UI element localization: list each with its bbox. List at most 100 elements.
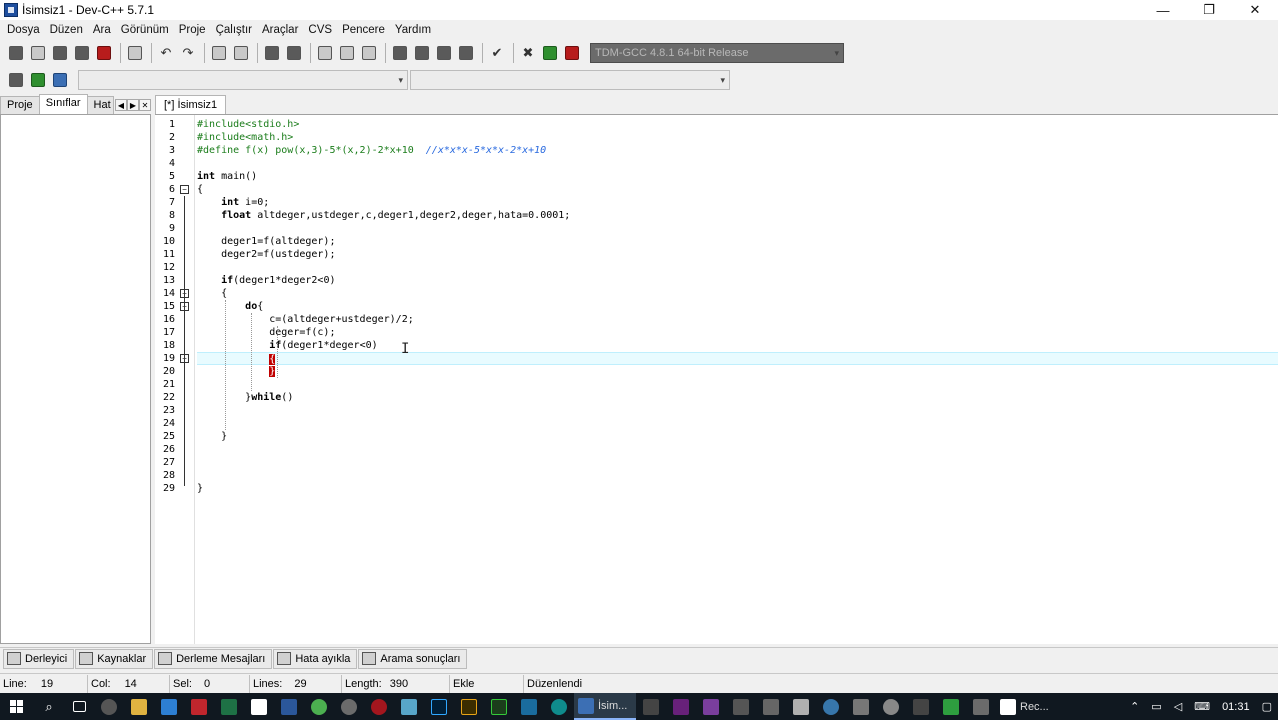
code-line[interactable]: #define f(x) pow(x,3)-5*(x,2)-2*x+10 //x… xyxy=(197,144,1278,157)
taskbar-recorder[interactable]: Rec... xyxy=(996,693,1058,720)
taskbar-app-26[interactable] xyxy=(906,693,936,720)
taskbar-app-27[interactable] xyxy=(936,693,966,720)
tab-isimsiz1[interactable]: [*] İsimsiz1 xyxy=(155,95,227,114)
compiler-select[interactable]: TDM-GCC 4.8.1 64-bit Release ▾ xyxy=(590,43,844,63)
taskbar-app-10[interactable] xyxy=(364,693,394,720)
menu-duzen[interactable]: Düzen xyxy=(45,24,88,36)
rebuild-button[interactable] xyxy=(456,43,476,63)
print-button[interactable] xyxy=(125,43,145,63)
tray-volume-icon[interactable]: ◁ xyxy=(1174,700,1182,713)
taskbar-app-13[interactable] xyxy=(454,693,484,720)
menu-cvs[interactable]: CVS xyxy=(303,24,337,36)
taskbar-app-5[interactable] xyxy=(214,693,244,720)
close-button[interactable]: ✕ xyxy=(1232,0,1278,20)
open-file-button[interactable] xyxy=(28,43,48,63)
code-line[interactable]: do{ xyxy=(197,300,1278,313)
insert-button[interactable] xyxy=(6,70,26,90)
code-line[interactable]: { xyxy=(197,287,1278,300)
taskbar-task-view[interactable] xyxy=(64,693,94,720)
save-button[interactable] xyxy=(50,43,70,63)
syntax-check-button[interactable]: ✔ xyxy=(487,43,507,63)
menu-calistir[interactable]: Çalıştır xyxy=(211,24,257,36)
taskbar-app-18[interactable] xyxy=(666,693,696,720)
taskbar-app-11[interactable] xyxy=(394,693,424,720)
code-line[interactable]: float altdeger,ustdeger,c,deger1,deger2,… xyxy=(197,209,1278,222)
code-line[interactable]: #include<stdio.h> xyxy=(197,118,1278,131)
code-line[interactable]: deger2=f(ustdeger); xyxy=(197,248,1278,261)
redo-button[interactable]: ↷ xyxy=(178,43,198,63)
compile-button[interactable] xyxy=(390,43,410,63)
taskbar-app-23[interactable] xyxy=(816,693,846,720)
code-line[interactable]: int main() xyxy=(197,170,1278,183)
tab-arama-sonuclari[interactable]: Arama sonuçları xyxy=(358,648,468,669)
chart-button[interactable] xyxy=(540,43,560,63)
menu-pencere[interactable]: Pencere xyxy=(337,24,390,36)
tray-notifications-icon[interactable]: ▢ xyxy=(1262,700,1272,713)
code-line[interactable] xyxy=(197,222,1278,235)
code-line[interactable]: if(deger1*deger<0) xyxy=(197,339,1278,352)
class-select[interactable]: ▾ xyxy=(78,70,408,90)
stop-button[interactable]: ✖ xyxy=(518,43,538,63)
class-browser-panel[interactable] xyxy=(0,114,151,644)
tab-scroll-right-icon[interactable]: ▶ xyxy=(127,99,139,111)
new-file-button[interactable] xyxy=(6,43,26,63)
bookmark-prev-button[interactable] xyxy=(315,43,335,63)
code-line[interactable]: #include<math.h> xyxy=(197,131,1278,144)
taskbar-app-28[interactable] xyxy=(966,693,996,720)
taskbar-app-12[interactable] xyxy=(424,693,454,720)
save-all-button[interactable] xyxy=(72,43,92,63)
code-line[interactable]: } xyxy=(197,482,1278,495)
code-line[interactable] xyxy=(197,469,1278,482)
taskbar-app-8[interactable] xyxy=(304,693,334,720)
tray-network-icon[interactable]: ▭ xyxy=(1151,700,1161,713)
tab-scroll-left-icon[interactable]: ◀ xyxy=(115,99,127,111)
code-line[interactable]: deger1=f(altdeger); xyxy=(197,235,1278,248)
taskbar-app-6[interactable] xyxy=(244,693,274,720)
taskbar-devcpp[interactable]: İsim... xyxy=(574,693,636,720)
taskbar-app-7[interactable] xyxy=(274,693,304,720)
taskbar-app-16[interactable] xyxy=(544,693,574,720)
tray-chevron-up-icon[interactable]: ⌃ xyxy=(1130,700,1139,713)
tab-hata[interactable]: Hat xyxy=(86,96,114,114)
code-line[interactable] xyxy=(197,261,1278,274)
code-line[interactable]: c=(altdeger+ustdeger)/2; xyxy=(197,313,1278,326)
code-line[interactable]: }while() xyxy=(197,391,1278,404)
toggle-panel-button[interactable] xyxy=(50,70,70,90)
find-button[interactable] xyxy=(209,43,229,63)
menu-yardim[interactable]: Yardım xyxy=(390,24,436,36)
taskbar-app-14[interactable] xyxy=(484,693,514,720)
tab-siniflar[interactable]: Sınıflar xyxy=(38,94,88,114)
taskbar-app-20[interactable] xyxy=(726,693,756,720)
tray-clock[interactable]: 01:31 xyxy=(1222,701,1250,713)
taskbar-app-1[interactable] xyxy=(94,693,124,720)
indent-button[interactable] xyxy=(284,43,304,63)
taskbar-app-4[interactable] xyxy=(184,693,214,720)
tab-derleyici[interactable]: Derleyici xyxy=(3,648,75,669)
code-line[interactable]: int i=0; xyxy=(197,196,1278,209)
bookmark-toggle-button[interactable] xyxy=(359,43,379,63)
code-line[interactable] xyxy=(197,417,1278,430)
tab-kaynaklar[interactable]: Kaynaklar xyxy=(75,648,154,669)
taskbar-app-24[interactable] xyxy=(846,693,876,720)
taskbar-app-22[interactable] xyxy=(786,693,816,720)
compile-run-button[interactable] xyxy=(434,43,454,63)
code-line[interactable] xyxy=(197,404,1278,417)
tab-proje[interactable]: Proje xyxy=(0,96,40,114)
menu-ara[interactable]: Ara xyxy=(88,24,116,36)
taskbar-app-17[interactable] xyxy=(636,693,666,720)
goto-line-button[interactable] xyxy=(262,43,282,63)
code-line[interactable] xyxy=(197,157,1278,170)
minimize-button[interactable]: — xyxy=(1140,0,1186,20)
tray-keyboard-icon[interactable]: ⌨ xyxy=(1194,700,1210,713)
menu-dosya[interactable]: Dosya xyxy=(2,24,45,36)
taskbar-app-21[interactable] xyxy=(756,693,786,720)
taskbar-app-19[interactable] xyxy=(696,693,726,720)
menu-proje[interactable]: Proje xyxy=(174,24,211,36)
close-file-button[interactable] xyxy=(94,43,114,63)
debug-button[interactable] xyxy=(562,43,582,63)
code-line[interactable] xyxy=(197,378,1278,391)
taskbar-app-3[interactable] xyxy=(154,693,184,720)
tab-derleme-mesajlari[interactable]: Derleme Mesajları xyxy=(154,648,273,669)
code-line[interactable]: { xyxy=(197,352,1278,365)
code-line[interactable]: } xyxy=(197,430,1278,443)
